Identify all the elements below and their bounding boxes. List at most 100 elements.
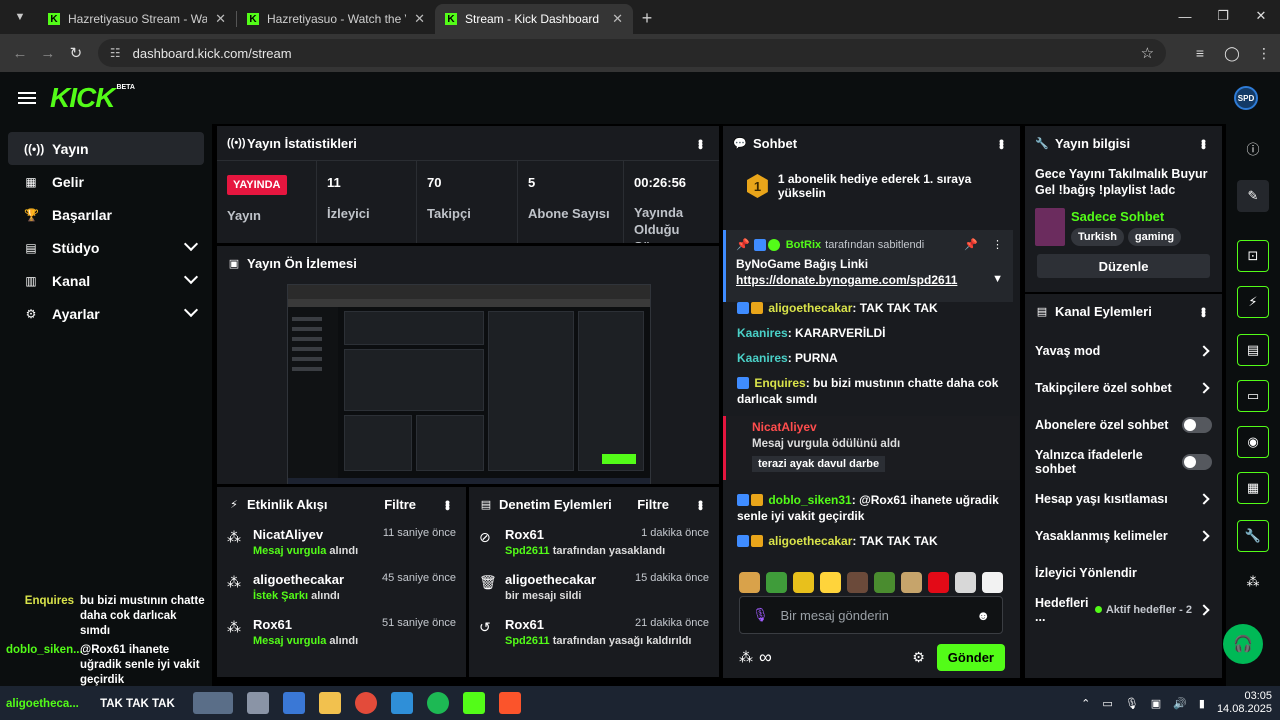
emote-icon[interactable] — [766, 572, 787, 593]
address-bar[interactable]: ☷ dashboard.kick.com/stream ☆ — [97, 39, 1167, 67]
tray-app-icon[interactable]: ▭ — [1102, 697, 1112, 710]
item-username[interactable]: Rox61 — [505, 527, 641, 542]
filter-button[interactable]: Filtre — [384, 497, 416, 512]
item-username[interactable]: NicatAliyev — [253, 527, 383, 542]
chat-input[interactable]: 🎙 Bir mesaj gönderin ☻ — [739, 596, 1003, 634]
battery-icon[interactable]: ▮ — [1199, 697, 1205, 710]
sidebar-item-0[interactable]: ((•)) Yayın — [8, 132, 204, 165]
item-username[interactable]: Rox61 — [253, 617, 382, 632]
chat-username[interactable]: Kaanires — [737, 351, 788, 365]
channel-action-6[interactable]: İzleyici Yönlendir — [1025, 554, 1222, 591]
chat-message[interactable]: Enquires: bu bizi mustının chatte daha c… — [737, 375, 1005, 407]
microphone-icon[interactable]: 🎙 — [752, 607, 769, 623]
file-explorer-icon[interactable] — [319, 692, 341, 714]
brave-icon[interactable] — [499, 692, 521, 714]
emote-icon[interactable] — [820, 572, 841, 593]
microphone-icon[interactable]: 🎙 — [1125, 697, 1139, 710]
chat-bubble-icon[interactable]: ▭ — [1237, 380, 1269, 412]
filter-button[interactable]: Filtre — [637, 497, 669, 512]
sidebar-item-1[interactable]: ▦ Gelir — [8, 165, 204, 198]
more-options-icon[interactable]: ••• — [693, 139, 709, 148]
close-icon[interactable]: ✕ — [414, 11, 425, 27]
emoji-icon[interactable]: ☻ — [976, 608, 990, 623]
chat-message[interactable]: Kaanires: KARARVERİLDİ — [737, 325, 1005, 341]
chevron-right-icon[interactable] — [1198, 381, 1210, 394]
kicks-icon[interactable]: ⁂ — [739, 649, 753, 666]
sidebar-item-2[interactable]: 🏆 Başarılar — [8, 198, 204, 231]
item-username[interactable]: Rox61 — [505, 617, 635, 632]
kick-app-icon[interactable] — [463, 692, 485, 714]
send-button[interactable]: Gönder — [936, 643, 1005, 671]
close-window-icon[interactable]: ✕ — [1242, 0, 1280, 32]
more-options-icon[interactable]: ••• — [693, 500, 709, 509]
spotify-icon[interactable] — [427, 692, 449, 714]
browser-tab-1[interactable]: K Hazretiyasuo Stream - Watch Li ✕ — [38, 4, 236, 34]
store-icon[interactable] — [283, 692, 305, 714]
pinned-message[interactable]: 📌 BotRix tarafından sabitlendi 📌 ⋮ ByNoG… — [723, 230, 1013, 302]
more-options-icon[interactable]: ••• — [994, 139, 1010, 148]
category-name[interactable]: Sadece Sohbet — [1071, 209, 1181, 224]
tray-overflow-icon[interactable]: ⌃ — [1081, 697, 1090, 710]
channel-action-7[interactable]: Hedefleri ... Aktif hedefler - 2 — [1025, 591, 1222, 628]
activity-item[interactable]: ⁂ aligoethecakar 45 saniye önce İstek Şarkı… — [217, 566, 466, 611]
channel-action-3[interactable]: Yalnızca ifadelerle sohbet — [1025, 443, 1222, 480]
back-icon[interactable]: ← — [6, 39, 34, 67]
more-options-icon[interactable]: ••• — [1196, 307, 1212, 316]
more-options-icon[interactable]: ⋮ — [992, 238, 1003, 251]
emote-icon[interactable] — [955, 572, 976, 593]
infinity-icon[interactable]: ∞ — [759, 647, 772, 668]
emote-icon[interactable] — [901, 572, 922, 593]
chat-username[interactable]: Enquires — [754, 376, 805, 390]
network-icon[interactable]: ▣ — [1151, 697, 1161, 710]
emote-icon[interactable] — [874, 572, 895, 593]
chat-username[interactable]: doblo_siken31 — [768, 493, 851, 507]
chevron-down-icon[interactable] — [183, 269, 199, 285]
wrench-icon[interactable]: 🔧 — [1237, 520, 1269, 552]
moderation-item[interactable]: ⊘ Rox61 1 dakika önce Spd2611 tarafından ya… — [469, 521, 719, 566]
sidebar-item-4[interactable]: ▥ Kanal — [8, 264, 204, 297]
maximize-icon[interactable]: ❐ — [1204, 0, 1242, 32]
edit-button[interactable]: Düzenle — [1037, 254, 1210, 278]
stream-preview-video[interactable] — [287, 284, 651, 484]
chevron-down-icon[interactable] — [183, 236, 199, 252]
highlighted-message[interactable]: NicatAliyev Mesaj vurgula ödülünü aldı t… — [723, 416, 1019, 480]
channel-action-4[interactable]: Hesap yaşı kısıtlaması — [1025, 480, 1222, 517]
chevron-right-icon[interactable] — [1198, 529, 1210, 542]
media-icon[interactable]: ≡ — [1184, 45, 1216, 62]
chat-message[interactable]: doblo_siken31: @Rox61 ihanete uğradik se… — [737, 492, 1005, 524]
chat-message[interactable]: aligoethecakar: TAK TAK TAK — [737, 533, 1005, 549]
minimize-icon[interactable]: — — [1166, 0, 1204, 32]
bookmark-star-icon[interactable]: ☆ — [1141, 44, 1154, 62]
chat-username[interactable]: Kaanires — [737, 326, 788, 340]
moderation-item[interactable]: ↺ Rox61 21 dakika önce Spd2611 tarafından y… — [469, 611, 719, 656]
sidebar-item-5[interactable]: ⚙ Ayarlar — [8, 297, 204, 330]
unpin-icon[interactable]: 📌 — [964, 238, 978, 251]
channel-action-2[interactable]: Abonelere özel sohbet — [1025, 406, 1222, 443]
screen-capture-icon[interactable]: ⊡ — [1237, 240, 1269, 272]
close-icon[interactable]: ✕ — [215, 11, 226, 27]
bolt-icon[interactable]: ⚡ — [1237, 286, 1269, 318]
chevron-right-icon[interactable] — [1198, 492, 1210, 505]
new-tab-button[interactable]: + — [633, 4, 661, 32]
layout-icon[interactable]: ▦ — [1237, 472, 1269, 504]
kick-logo[interactable]: KICK — [50, 84, 115, 112]
moderation-item[interactable]: 🗑 aligoethecakar 15 dakika önce bir mesajı … — [469, 566, 719, 611]
emote-icon[interactable] — [982, 572, 1003, 593]
channel-action-5[interactable]: Yasaklanmış kelimeler — [1025, 517, 1222, 554]
broadcast-icon[interactable]: ◉ — [1237, 426, 1269, 458]
kicks-icon[interactable]: ⁂ — [1237, 566, 1269, 598]
info-icon[interactable]: ⓘ — [1237, 132, 1269, 164]
toggle-switch[interactable] — [1182, 453, 1212, 470]
emote-icon[interactable] — [847, 572, 868, 593]
browser-tab-2[interactable]: K Hazretiyasuo - Watch the VOD ✕ — [237, 4, 435, 34]
forward-icon[interactable]: → — [34, 39, 62, 67]
pencil-icon[interactable]: ✎ — [1237, 180, 1269, 212]
close-icon[interactable]: ✕ — [612, 11, 623, 27]
chevron-down-icon[interactable]: ▼ — [992, 273, 1003, 285]
task-view-icon[interactable] — [247, 692, 269, 714]
support-headset-icon[interactable]: 🎧 — [1223, 624, 1263, 664]
photos-icon[interactable] — [391, 692, 413, 714]
chat-message[interactable]: Kaanires: PURNA — [737, 350, 1005, 366]
chat-username[interactable]: aligoethecakar — [768, 301, 852, 315]
volume-icon[interactable]: 🔊 — [1173, 697, 1187, 710]
